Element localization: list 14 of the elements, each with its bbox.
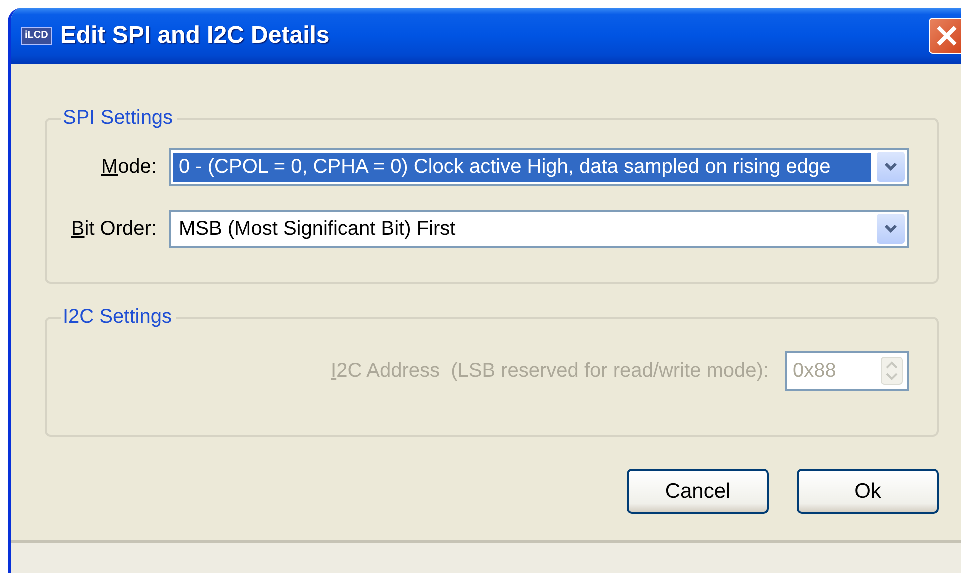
field-label: Mode: [100,156,157,178]
dialog-button[interactable]: Ok [797,469,939,514]
field-label: Bit Order: [70,218,157,240]
dropdown[interactable]: MSB (Most Significant Bit) First [169,210,909,248]
close-icon [936,25,958,47]
field-label: I2C Address (LSB reserved for read/write mode): [331,360,769,382]
group-legend: SPI Settings [61,107,178,130]
window-title: Edit SPI and I2C Details [60,22,331,50]
dropdown[interactable]: 0 - (CPOL = 0, CPHA = 0) Clock active High, data sampled on rising edge [169,148,909,186]
group-legend: I2C Settings [61,306,176,329]
spinner-arrows-icon [881,357,903,385]
dialog-button[interactable]: Cancel [627,469,769,514]
close-button[interactable] [929,18,961,54]
app-icon: iLCD [21,27,52,45]
